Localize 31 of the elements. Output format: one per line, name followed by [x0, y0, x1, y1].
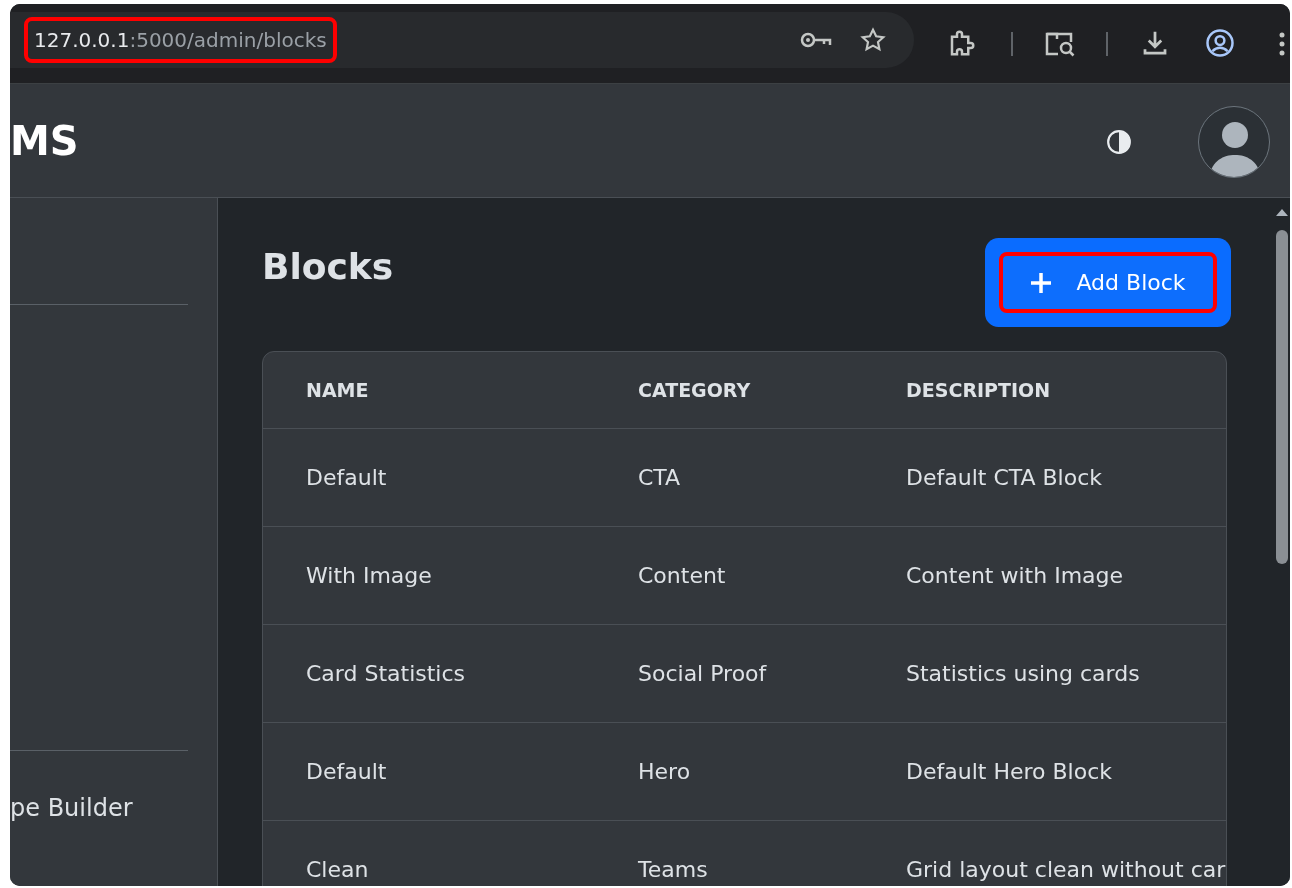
- plus-icon: [1030, 271, 1053, 294]
- address-bar[interactable]: 127.0.0.1:5000/admin/blocks: [10, 12, 914, 68]
- table-cell-text: Hero: [638, 758, 692, 786]
- tab-search-icon[interactable]: [1044, 30, 1076, 58]
- profile-icon[interactable]: [1205, 28, 1235, 58]
- key-icon[interactable]: [800, 30, 834, 50]
- app-title: MS: [10, 120, 79, 161]
- page-title: Blocks: [262, 245, 394, 289]
- menu-icon[interactable]: [1278, 31, 1286, 57]
- table-cell-text: Grid layout clean without car: [906, 856, 1226, 884]
- scrollbar-thumb[interactable]: [1276, 230, 1288, 564]
- table-cell-text: Default Hero Block: [906, 758, 1113, 786]
- table-cell-text: Content with Image: [906, 562, 1125, 590]
- table-cell-text: Teams: [638, 856, 709, 884]
- contrast-icon[interactable]: [1106, 129, 1132, 155]
- table-cell-text: Clean: [306, 856, 370, 884]
- scroll-up-arrow-icon[interactable]: [1276, 208, 1288, 216]
- table-cell-text: With Image: [306, 562, 433, 590]
- table-cell-text: Social Proof: [638, 660, 768, 688]
- table-cell-text: Default: [306, 464, 388, 492]
- column-header: DESCRIPTION: [906, 377, 1052, 403]
- table-cell-text: Default CTA Block: [906, 464, 1103, 492]
- column-header: CATEGORY: [638, 377, 752, 403]
- table-cell-text: Statistics using cards: [906, 660, 1141, 688]
- table-cell-text: Card Statistics: [306, 660, 467, 688]
- table-cell-text: Default: [306, 758, 388, 786]
- table-cell-text: Content: [638, 562, 727, 590]
- sidebar-link[interactable]: pe Builder: [10, 790, 133, 826]
- table-cell-text: CTA: [638, 464, 682, 492]
- star-icon[interactable]: [860, 27, 886, 53]
- column-header: NAME: [306, 377, 370, 403]
